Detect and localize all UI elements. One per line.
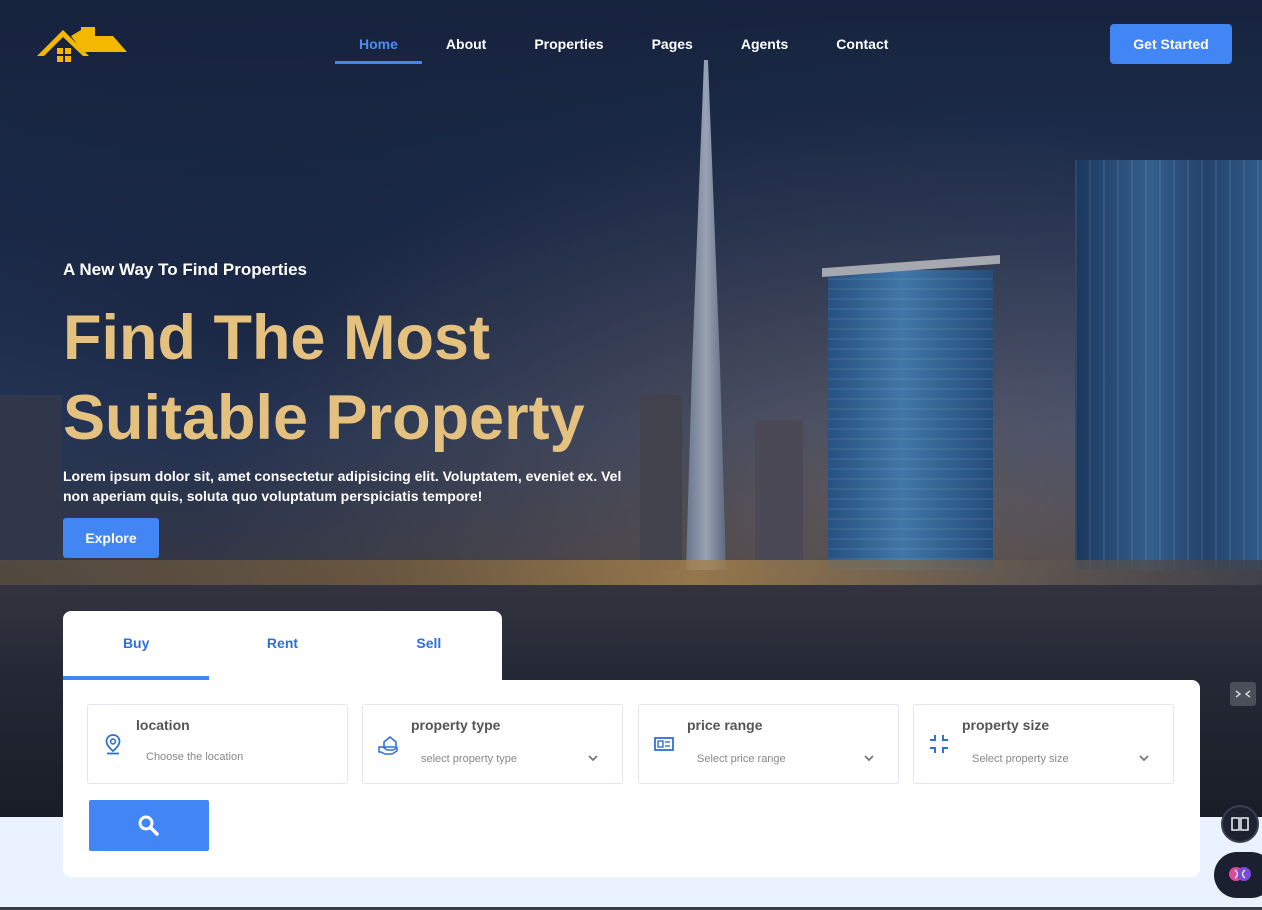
nav-agents[interactable]: Agents (717, 24, 812, 64)
price-range-select[interactable]: price range Select price range (638, 704, 899, 784)
nav-home[interactable]: Home (335, 24, 422, 64)
chevron-down-icon (864, 755, 874, 762)
price-tag-icon (654, 737, 674, 751)
nav-contact[interactable]: Contact (812, 24, 912, 64)
nav-properties[interactable]: Properties (510, 24, 627, 64)
chevron-down-icon (588, 755, 598, 762)
collapse-icon (1235, 690, 1251, 698)
search-tabs: Buy Rent Sell (63, 611, 502, 680)
tab-sell[interactable]: Sell (356, 611, 502, 680)
search-button[interactable] (89, 800, 209, 851)
location-field[interactable]: location Choose the location (87, 704, 348, 784)
tab-buy[interactable]: Buy (63, 611, 210, 680)
resize-icon (930, 735, 948, 753)
property-type-placeholder: select property type (421, 753, 517, 765)
location-placeholder: Choose the location (146, 751, 244, 763)
chevron-down-icon (1139, 755, 1149, 762)
house-hand-icon (378, 735, 398, 755)
search-card: location Choose the location property ty… (63, 680, 1200, 877)
nav-pages[interactable]: Pages (628, 24, 717, 64)
property-type-label: property type (411, 717, 501, 733)
brain-icon (1229, 867, 1251, 881)
explore-button[interactable]: Explore (63, 518, 159, 558)
hero-headline: Find The Most Suitable Property (63, 303, 585, 453)
search-icon (138, 815, 159, 836)
property-size-placeholder: Select property size (972, 753, 1069, 765)
get-started-button[interactable]: Get Started (1110, 24, 1232, 64)
location-pin-icon (105, 734, 121, 755)
price-range-placeholder: Select price range (697, 753, 786, 765)
price-range-label: price range (687, 717, 763, 733)
property-type-select[interactable]: property type select property type (362, 704, 623, 784)
hero-tagline: A New Way To Find Properties (63, 260, 308, 279)
tab-rent[interactable]: Rent (209, 611, 355, 680)
property-size-label: property size (962, 717, 1050, 733)
hero-description: Lorem ipsum dolor sit, amet consectetur … (63, 468, 622, 504)
floating-side-control[interactable] (1230, 682, 1256, 706)
book-icon (1231, 817, 1249, 831)
location-label: location (136, 717, 190, 733)
main-nav: Home About Properties Pages Agents Conta… (335, 24, 912, 64)
property-size-select[interactable]: property size Select property size (913, 704, 1174, 784)
nav-about[interactable]: About (422, 24, 510, 64)
assistant-button[interactable] (1214, 852, 1262, 898)
logo[interactable] (37, 24, 127, 64)
reader-mode-button[interactable] (1221, 805, 1259, 843)
